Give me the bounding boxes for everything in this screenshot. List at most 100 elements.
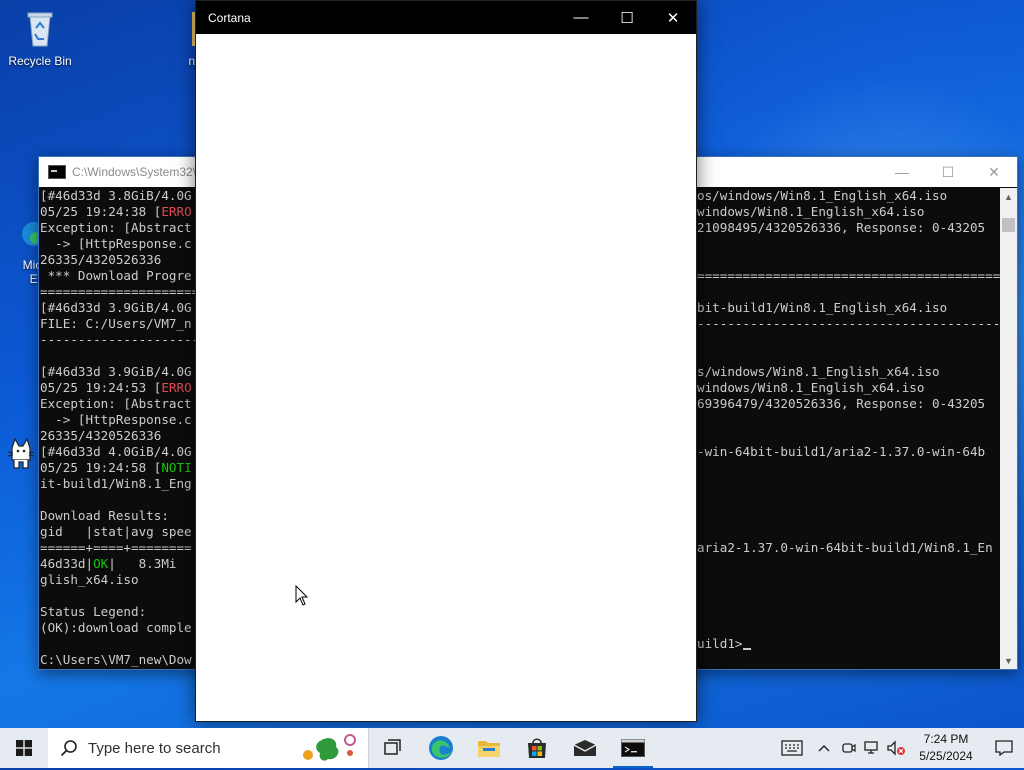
cortana-content-area[interactable]: [196, 34, 696, 721]
cortana-window[interactable]: Cortana — ☐ ✕: [195, 0, 697, 722]
recycle-bin-icon: [18, 6, 62, 50]
store-icon: [528, 738, 546, 758]
desktop-icon-label: Recycle Bin: [8, 54, 72, 68]
console-line: [#46d33d 3.9GiB/4.0G: [40, 364, 192, 379]
console-line: 05/25 19:24:53 [ERRO: [40, 380, 192, 395]
search-placeholder: Type here to search: [88, 739, 221, 757]
console-line: aria2-1.37.0-win-64bit-build1/Win8.1_En: [697, 540, 993, 555]
console-scrollbar[interactable]: ▲ ▼: [1000, 188, 1017, 669]
console-line: [#46d33d 3.9GiB/4.0G: [40, 300, 192, 315]
search-highlight-icon: [298, 731, 360, 770]
console-close-button[interactable]: ✕: [971, 157, 1017, 187]
console-line: -> [HttpResponse.c: [40, 236, 192, 251]
task-view-button[interactable]: [369, 728, 417, 768]
console-line: Status Legend:: [40, 604, 147, 619]
clock-time: 7:24 PM: [923, 732, 969, 746]
console-line: FILE: C:/Users/VM7_n: [40, 316, 192, 331]
edge-icon: [0, 210, 46, 254]
console-line: gid |stat|avg spee: [40, 524, 192, 539]
network-icon[interactable]: [860, 728, 884, 768]
console-line: Exception: [Abstract: [40, 220, 192, 235]
console-app-icon: [48, 165, 66, 179]
console-line: ----------------------------------------…: [697, 316, 1000, 331]
show-hidden-icons-chevron-icon[interactable]: [812, 728, 836, 768]
mouse-cursor-icon: [295, 584, 309, 612]
console-line: [#46d33d 4.0GiB/4.0G: [40, 444, 192, 459]
console-line: s/windows/Win8.1_English_x64.iso: [697, 364, 940, 379]
console-line: -win-64bit-build1/aria2-1.37.0-win-64b: [697, 444, 986, 459]
taskbar: Type here to search 7:24 PM 5/25/2024: [0, 728, 1024, 768]
console-line: ========================================…: [697, 268, 1000, 283]
meet-now-icon[interactable]: [836, 728, 860, 768]
console-maximize-button[interactable]: ☐: [925, 157, 971, 187]
scroll-down-arrow-icon[interactable]: ▼: [1000, 652, 1017, 669]
console-line: 46d33d|OK| 8.3Mi: [40, 556, 177, 571]
console-line: 69396479/4320526336, Response: 0-43205: [697, 396, 986, 411]
console-line: windows/Win8.1_English_x64.iso: [697, 204, 925, 219]
volume-muted-icon[interactable]: [884, 728, 908, 768]
cortana-minimize-button[interactable]: —: [558, 1, 604, 34]
taskbar-edge-button[interactable]: [417, 728, 465, 768]
console-line: 21098495/4320526336, Response: 0-43205: [697, 220, 986, 235]
notification-center-button[interactable]: [984, 728, 1024, 768]
task-view-icon: [384, 739, 401, 755]
console-line: [#46d33d 3.8GiB/4.0G: [40, 188, 192, 203]
taskbar-terminal-button[interactable]: [609, 728, 657, 768]
terminal-icon: [621, 739, 645, 757]
desktop-icon-recycle-bin[interactable]: Recycle Bin: [2, 6, 78, 68]
input-keyboard-icon[interactable]: [772, 728, 812, 768]
console-line: uild1>: [697, 636, 1000, 652]
console-line: C:\Users\VM7_new\Dow: [40, 652, 192, 667]
cortana-titlebar[interactable]: Cortana — ☐ ✕: [196, 1, 696, 34]
scroll-up-arrow-icon[interactable]: ▲: [1000, 188, 1017, 205]
taskbar-mail-button[interactable]: [561, 728, 609, 768]
console-line: 05/25 19:24:38 [ERRO: [40, 204, 192, 219]
console-line: 26335/4320526336: [40, 428, 162, 443]
console-line: ---------------------: [40, 332, 200, 347]
console-line: it-build1/Win8.1_Eng: [40, 476, 192, 491]
edge-icon: [429, 736, 453, 760]
console-line: (OK):download comple: [40, 620, 192, 635]
scroll-thumb[interactable]: [1002, 218, 1015, 232]
mail-icon: [573, 740, 597, 756]
console-line: -> [HttpResponse.c: [40, 412, 192, 427]
console-line: Exception: [Abstract: [40, 396, 192, 411]
cortana-close-button[interactable]: ✕: [650, 1, 696, 34]
taskbar-store-button[interactable]: [513, 728, 561, 768]
clock-date: 5/25/2024: [919, 749, 973, 763]
taskbar-clock[interactable]: 7:24 PM 5/25/2024: [908, 731, 984, 765]
console-line: =====================: [40, 284, 200, 299]
console-line: glish_x64.iso: [40, 572, 139, 587]
console-line: os/windows/Win8.1_English_x64.iso: [697, 188, 948, 203]
console-line: 05/25 19:24:58 [NOTI: [40, 460, 192, 475]
console-minimize-button[interactable]: —: [879, 157, 925, 187]
cat-sprite-icon: [6, 436, 36, 470]
start-button[interactable]: [0, 728, 48, 768]
windows-logo-icon: [16, 740, 32, 756]
system-tray: 7:24 PM 5/25/2024: [772, 728, 1024, 768]
cortana-maximize-button[interactable]: ☐: [604, 1, 650, 34]
console-line: Download Results:: [40, 508, 169, 523]
taskbar-search-box[interactable]: Type here to search: [48, 728, 369, 768]
console-line: bit-build1/Win8.1_English_x64.iso: [697, 300, 948, 315]
text-cursor: [742, 648, 751, 650]
taskbar-file-explorer-button[interactable]: [465, 728, 513, 768]
